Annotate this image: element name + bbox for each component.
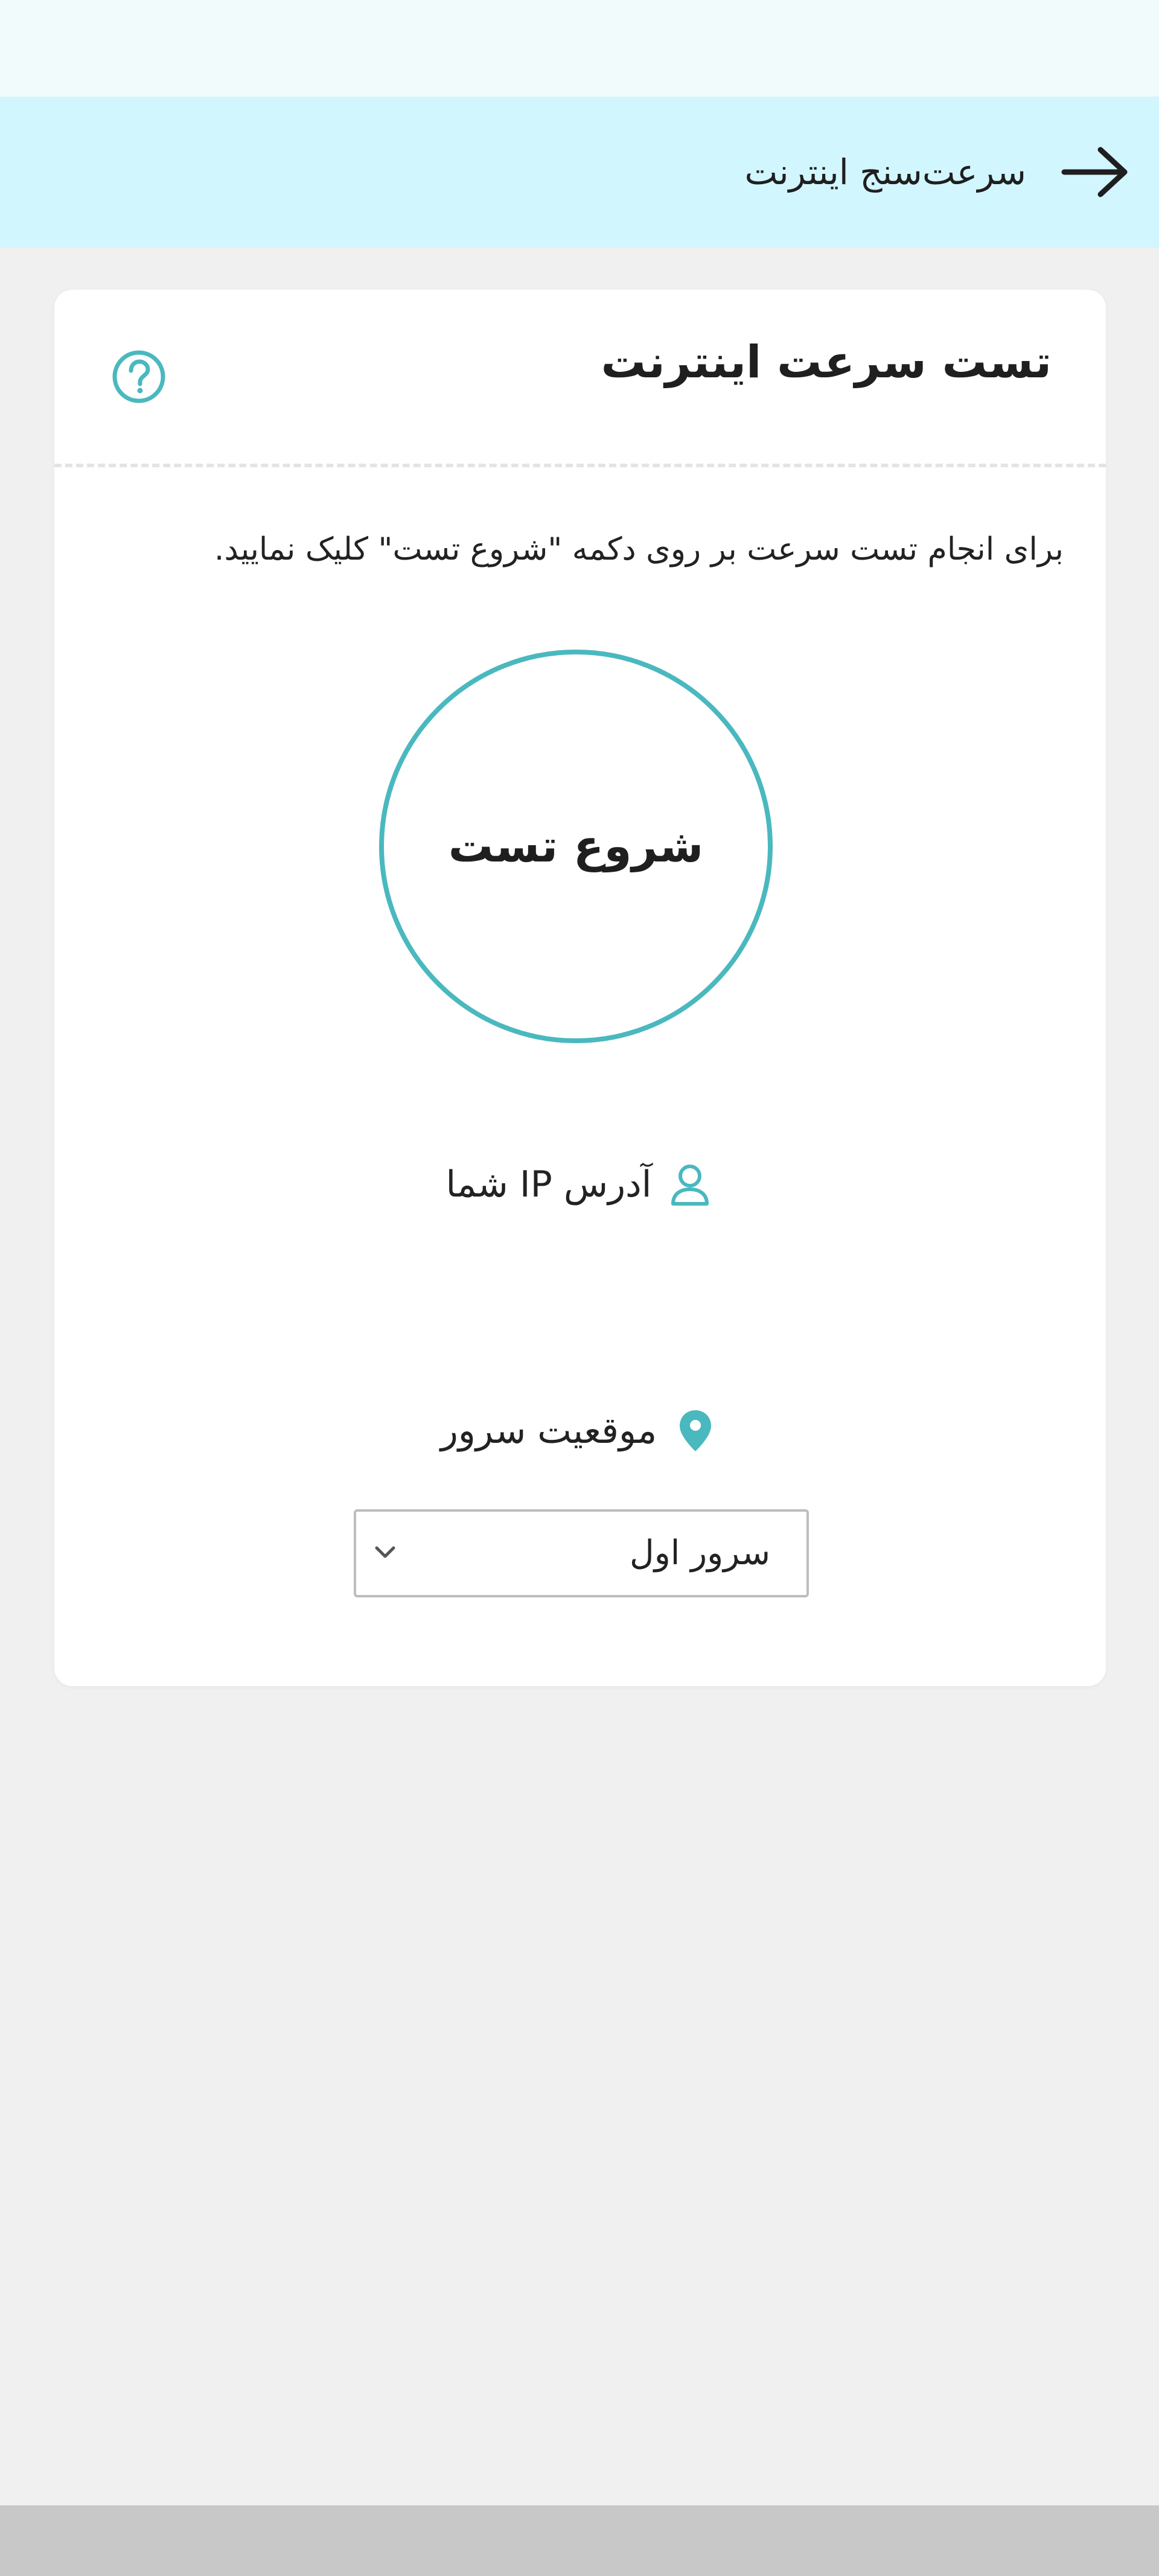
status-bar (0, 0, 1159, 97)
back-button[interactable] (1056, 139, 1135, 205)
instruction-text: برای انجام تست سرعت بر روی دکمه "شروع تس… (214, 531, 1064, 567)
ip-address-row: آدرس IP شما (54, 1148, 1106, 1221)
app-header: سرعت‌سنج اینترنت (0, 97, 1159, 248)
server-select[interactable]: سرور اول (354, 1509, 809, 1597)
user-icon (666, 1160, 714, 1209)
help-button[interactable] (110, 348, 168, 406)
start-test-label: شروع تست (448, 820, 704, 872)
arrow-right-icon (1061, 147, 1128, 197)
start-test-button[interactable]: شروع تست (379, 650, 773, 1043)
chevron-down-icon (375, 1546, 395, 1558)
server-select-value: سرور اول (630, 1533, 770, 1573)
speed-test-card: تست سرعت اینترنت برای انجام تست سرعت بر … (54, 290, 1106, 1686)
server-location-row: موقعیت سرور (54, 1395, 1106, 1467)
card-title: تست سرعت اینترنت (601, 336, 1052, 388)
server-location-label: موقعیت سرور (440, 1410, 657, 1452)
page-title: سرعت‌سنج اینترنت (744, 152, 1027, 193)
system-nav-bar (0, 2505, 1159, 2576)
ip-address-label: آدرس IP شما (445, 1163, 652, 1206)
question-circle-icon (112, 350, 165, 403)
card-divider (54, 464, 1106, 467)
map-pin-icon (671, 1407, 720, 1455)
